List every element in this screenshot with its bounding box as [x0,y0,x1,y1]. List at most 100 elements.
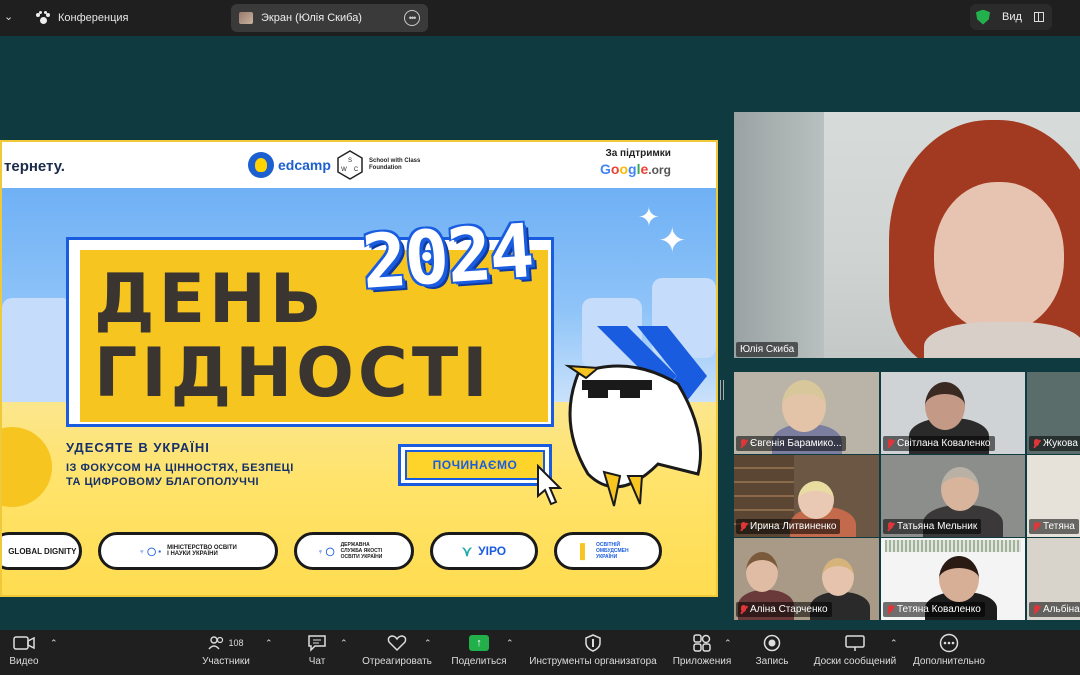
mic-muted-icon [740,438,747,449]
video-button[interactable]: Видео [8,630,40,675]
participant-name: Альбіна [1043,604,1080,615]
participant-tile[interactable]: Світлана Коваленко [881,372,1025,454]
participant-tile[interactable]: Татьяна Мельник [881,455,1025,537]
edcamp-logo-text: edcamp [278,157,331,173]
react-options-caret[interactable]: ⌃ [424,638,432,649]
swc-logo: S W C School with Class Foundation [336,150,429,180]
google-org-logo: Google.org [600,161,671,177]
more-label: Дополнительно [913,656,985,667]
edcamp-logo: edcamp [248,152,331,178]
header-cut-text: тернету. [4,158,65,175]
host-tools-label: Инструменты организатора [529,656,657,667]
partner-logo: ⋎ УІРО [430,532,538,570]
mic-muted-icon [1033,604,1040,615]
view-grid-icon [1033,12,1044,22]
more-options-icon[interactable]: ••• [404,10,420,26]
slide-subtitle: УДЕСЯТЕ В УКРАЇНІ ІЗ ФОКУСОМ НА ЦІННОСТЯ… [66,440,366,489]
host-tools-button[interactable]: Инструменты организатора [526,630,660,675]
meeting-toolbar: Видео ⌃ 108 Участники ⌃ Чат ⌃ Отреагиров… [0,630,1080,675]
mic-muted-icon [887,438,894,449]
chat-bubble-icon [307,630,327,656]
video-camera-icon [13,630,35,656]
whiteboards-label: Доски сообщений [813,656,897,667]
apps-button[interactable]: Приложения [670,630,734,675]
start-button: ПОЧИНАЄМО [398,444,552,486]
screen-share-label: Экран (Юлія Скиба) [261,12,362,24]
participant-tile[interactable]: Тетяна Коваленко [881,538,1025,620]
participant-tile[interactable]: Альбіна [1027,538,1080,620]
svg-text:C: C [354,167,359,173]
share-label: Поделиться [451,656,507,667]
video-options-caret[interactable]: ⌃ [50,638,58,649]
heart-icon [387,630,407,656]
view-button[interactable]: Вид [970,4,1052,30]
partner-logo: ⊕GLOBAL DIGNITY [2,532,82,570]
more-button[interactable]: Дополнительно [908,630,990,675]
edcamp-logo-icon [248,152,274,178]
screen-share-indicator[interactable]: Экран (Юлія Скиба) ••• [231,4,428,32]
participant-name: Світлана Коваленко [897,438,991,449]
security-shield-icon[interactable] [976,9,990,25]
apps-icon [692,630,712,656]
support-label: За підтримки [605,148,671,159]
react-button[interactable]: Отреагировать [360,630,434,675]
subtitle-line3: ТА ЦИФРОВОМУ БЛАГОПОЛУЧЧІ [66,476,260,488]
participants-label: Участники [202,656,250,667]
support-block: За підтримки Google.org [600,148,671,177]
share-screen-button[interactable]: ↑ Поделиться [448,630,510,675]
subtitle-line2: ІЗ ФОКУСОМ НА ЦІННОСТЯХ, БЕЗПЕЦІ [66,462,294,474]
partner-logo: ♆ ◯ ДЕРЖАВНА СЛУЖБА ЯКОСТІ ОСВІТИ УКРАЇНИ [294,532,414,570]
chat-button[interactable]: Чат [300,630,334,675]
record-label: Запись [755,656,789,667]
whiteboards-options-caret[interactable]: ⌃ [890,638,898,649]
mic-muted-icon [887,521,894,532]
partner-logos: ⊕GLOBAL DIGNITY ♆ ◯ ▪МІНІСТЕРСТВО ОСВІТИ… [2,532,716,572]
mic-muted-icon [1033,438,1040,449]
participant-tile[interactable]: Аліна Старченко [734,538,879,620]
meeting-info-button[interactable]: Конференция [36,8,128,28]
participants-options-caret[interactable]: ⌃ [265,638,273,649]
participant-tile[interactable]: Жукова [1027,372,1080,454]
pixel-cursor-icon [537,464,562,506]
partner-logo: ▌ ОСВІТНІЙ ОМБУДСМЕН УКРАЇНИ [554,532,662,570]
start-button-label: ПОЧИНАЄМО [405,450,545,480]
svg-text:W: W [341,167,347,173]
sparkle-icon: ✦ [638,202,660,232]
slide-year: 2024 [359,208,536,306]
participant-tile[interactable]: Тетяна [1027,455,1080,537]
chevron-down-icon[interactable]: ⌄ [4,10,16,24]
mic-muted-icon [1033,521,1040,532]
speaker-name: Юлія Скиба [740,344,795,355]
participant-name: Тетяна [1043,521,1075,532]
subtitle-line1: УДЕСЯТЕ В УКРАЇНІ [66,440,210,455]
meeting-label: Конференция [58,12,129,24]
partner-logo: ♆ ◯ ▪ МІНІСТЕРСТВО ОСВІТИ І НАУКИ УКРАЇНИ [98,532,278,570]
apps-options-caret[interactable]: ⌃ [724,638,732,649]
active-speaker-video[interactable]: Юлія Скиба [734,112,1080,358]
share-arrow-icon: ↑ [469,635,489,651]
mic-muted-icon [887,604,894,615]
resize-handle[interactable] [720,380,724,400]
whiteboards-button[interactable]: Доски сообщений [810,630,900,675]
shared-screen-slide: тернету. edcamp S W C School with Class … [0,140,718,597]
svg-text:S: S [348,158,352,164]
video-label: Видео [9,656,39,667]
participant-name: Ирина Литвиненко [750,521,837,532]
chat-options-caret[interactable]: ⌃ [340,638,348,649]
participant-tile[interactable]: Ирина Литвиненко [734,455,879,537]
slide-title-line2: ГІДНОСТІ [94,334,492,413]
participant-tile[interactable]: Євгенія Барамико... [734,372,879,454]
record-icon [763,630,781,656]
sparkle-icon: ✦ [658,222,687,260]
record-button[interactable]: Запись [752,630,792,675]
slide-header: тернету. edcamp S W C School with Class … [2,142,716,188]
bird-mascot-icon [564,364,702,507]
mic-muted-icon [740,521,747,532]
participant-name: Євгенія Барамико... [750,438,842,449]
share-options-caret[interactable]: ⌃ [506,638,514,649]
participants-icon: 108 [208,630,244,656]
shield-icon [585,630,601,656]
mic-muted-icon [740,604,747,615]
participants-button[interactable]: 108 Участники [198,630,254,675]
paw-icon [36,11,50,25]
